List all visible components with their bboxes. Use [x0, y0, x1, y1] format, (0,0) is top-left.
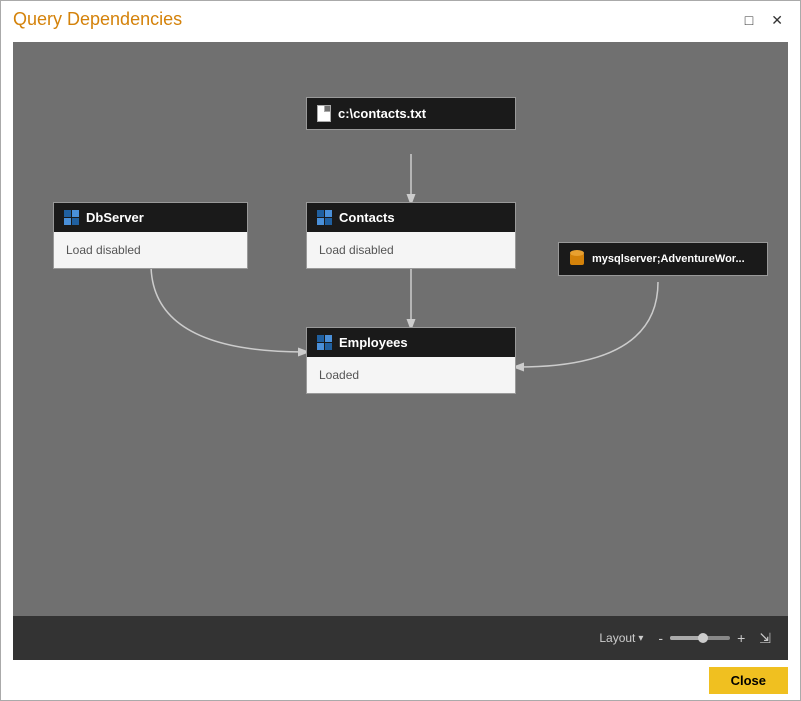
- node-contacts-file-header: c:\contacts.txt: [307, 98, 515, 129]
- node-dbserver[interactable]: DbServer Load disabled: [53, 202, 248, 269]
- zoom-in-button[interactable]: +: [734, 630, 748, 646]
- node-contacts-body: Load disabled: [307, 232, 515, 268]
- layout-button[interactable]: Layout ▾: [593, 628, 649, 648]
- footer-row: Close: [1, 660, 800, 700]
- window-title: Query Dependencies: [13, 9, 182, 30]
- node-mysql-label: mysqlserver;AdventureWor...: [592, 253, 745, 265]
- node-dbserver-body: Load disabled: [54, 232, 247, 268]
- close-button[interactable]: Close: [709, 667, 788, 694]
- zoom-control: - +: [655, 630, 748, 646]
- bottom-bar: Layout ▾ - + ⇲: [13, 616, 788, 660]
- cylinder-icon: [569, 250, 585, 268]
- minimize-button[interactable]: □: [740, 11, 758, 29]
- node-employees-body: Loaded: [307, 357, 515, 393]
- node-employees-label: Employees: [339, 335, 408, 350]
- table-icon-employees: [317, 335, 332, 350]
- node-contacts-header: Contacts: [307, 203, 515, 232]
- node-mysql[interactable]: mysqlserver;AdventureWor...: [558, 242, 768, 276]
- fit-to-window-button[interactable]: ⇲: [754, 628, 776, 649]
- node-contacts[interactable]: Contacts Load disabled: [306, 202, 516, 269]
- table-icon-contacts: [317, 210, 332, 225]
- node-mysql-header: mysqlserver;AdventureWor...: [559, 243, 767, 275]
- node-employees[interactable]: Employees Loaded: [306, 327, 516, 394]
- main-window: Query Dependencies □ ✕: [0, 0, 801, 701]
- file-icon: [317, 105, 331, 122]
- node-dbserver-header: DbServer: [54, 203, 247, 232]
- zoom-out-button[interactable]: -: [655, 630, 666, 646]
- diagram-canvas: c:\contacts.txt Contacts Load disabled: [13, 42, 788, 616]
- node-contacts-file-label: c:\contacts.txt: [338, 106, 426, 121]
- title-bar: Query Dependencies □ ✕: [1, 1, 800, 34]
- table-icon-dbserver: [64, 210, 79, 225]
- node-contacts-file[interactable]: c:\contacts.txt: [306, 97, 516, 130]
- zoom-slider-thumb: [698, 633, 708, 643]
- zoom-slider[interactable]: [670, 636, 730, 640]
- node-employees-header: Employees: [307, 328, 515, 357]
- title-bar-controls: □ ✕: [740, 11, 788, 29]
- node-dbserver-label: DbServer: [86, 210, 144, 225]
- close-window-button[interactable]: ✕: [766, 11, 788, 29]
- zoom-slider-fill: [670, 636, 700, 640]
- node-contacts-label: Contacts: [339, 210, 395, 225]
